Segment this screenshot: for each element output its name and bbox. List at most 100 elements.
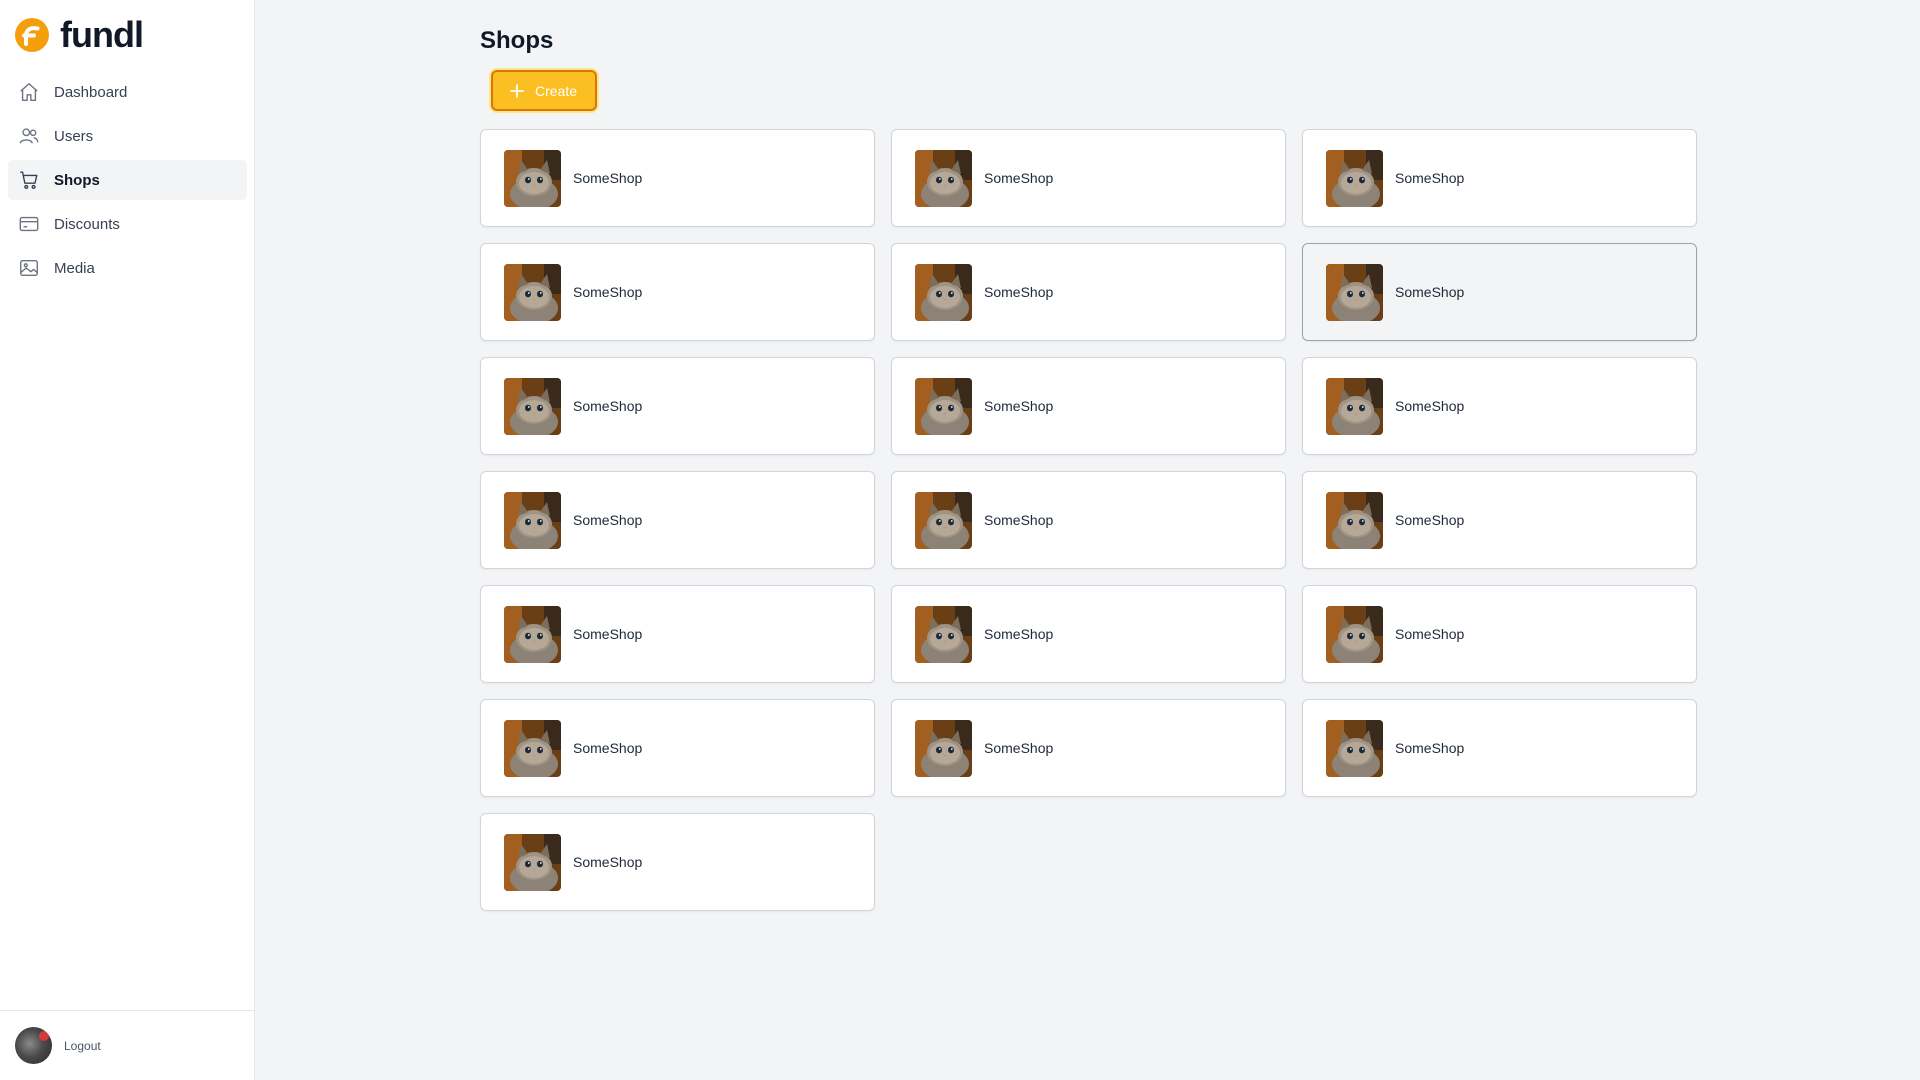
shop-thumbnail <box>1326 149 1383 207</box>
shop-thumbnail <box>915 719 972 777</box>
brand-logo[interactable]: fundl <box>15 16 144 54</box>
sidebar-item-users[interactable]: Users <box>8 116 247 156</box>
shop-image <box>504 263 561 321</box>
shop-thumbnail <box>915 491 972 549</box>
shop-thumbnail <box>1326 719 1383 777</box>
sidebar-item-label: Dashboard <box>54 83 128 101</box>
shop-image <box>915 149 972 207</box>
sidebar-footer: Logout <box>0 1010 255 1080</box>
shop-image <box>915 263 972 321</box>
shop-name: SomeShop <box>573 740 643 756</box>
users-icon <box>19 128 39 144</box>
shop-thumbnail <box>504 605 561 663</box>
sidebar-item-label: Discounts <box>54 215 120 233</box>
shop-image <box>504 377 561 435</box>
shop-card[interactable]: SomeShop <box>480 699 875 797</box>
sidebar-item-dashboard[interactable]: Dashboard <box>8 72 247 112</box>
shop-image <box>915 377 972 435</box>
shop-card[interactable]: SomeShop <box>1302 357 1697 455</box>
shop-name: SomeShop <box>573 398 643 414</box>
shop-name: SomeShop <box>984 626 1054 642</box>
shop-thumbnail <box>504 149 561 207</box>
shop-card[interactable]: SomeShop <box>891 357 1286 455</box>
main-content: Shops Create SomeShop SomeShop SomeShop … <box>480 24 1697 911</box>
sidebar-item-label: Media <box>54 259 95 277</box>
shop-name: SomeShop <box>573 854 643 870</box>
home-icon <box>20 83 38 101</box>
shop-card[interactable]: SomeShop <box>480 129 875 227</box>
logout-link[interactable]: Logout <box>64 1039 101 1053</box>
shop-thumbnail <box>1326 263 1383 321</box>
shop-thumbnail <box>504 377 561 435</box>
shop-image <box>1326 377 1383 435</box>
shop-name: SomeShop <box>573 626 643 642</box>
shop-card[interactable]: SomeShop <box>1302 129 1697 227</box>
shop-name: SomeShop <box>1395 626 1465 642</box>
shop-card[interactable]: SomeShop <box>891 699 1286 797</box>
shop-image <box>504 833 561 891</box>
shop-image <box>504 491 561 549</box>
sidebar-item-media[interactable]: Media <box>8 248 247 288</box>
page-title: Shops <box>480 27 554 54</box>
shop-name: SomeShop <box>573 512 643 528</box>
create-button-label: Create <box>535 82 578 99</box>
shop-card[interactable]: SomeShop <box>480 813 875 911</box>
shop-thumbnail <box>504 263 561 321</box>
shop-name: SomeShop <box>1395 398 1465 414</box>
shop-thumbnail <box>915 149 972 207</box>
fundl-logo-icon <box>15 18 49 52</box>
shop-card[interactable]: SomeShop <box>1302 699 1697 797</box>
shop-image <box>1326 719 1383 777</box>
shop-name: SomeShop <box>1395 284 1465 300</box>
shop-image <box>1326 149 1383 207</box>
cart-icon <box>20 171 38 189</box>
sidebar-item-label: Users <box>54 127 94 145</box>
shop-name: SomeShop <box>1395 512 1465 528</box>
shop-card[interactable]: SomeShop <box>480 471 875 569</box>
shop-card[interactable]: SomeShop <box>1302 243 1697 341</box>
avatar[interactable] <box>15 1027 52 1064</box>
shop-thumbnail <box>504 719 561 777</box>
shop-name: SomeShop <box>573 284 643 300</box>
shop-thumbnail <box>915 605 972 663</box>
shop-name: SomeShop <box>984 398 1054 414</box>
credit-card-icon <box>19 216 39 232</box>
shop-card[interactable]: SomeShop <box>891 243 1286 341</box>
shop-image <box>915 491 972 549</box>
shop-image <box>1326 263 1383 321</box>
shop-image <box>504 719 561 777</box>
shop-name: SomeShop <box>1395 170 1465 186</box>
shop-card[interactable]: SomeShop <box>480 243 875 341</box>
shop-image <box>1326 491 1383 549</box>
shop-card[interactable]: SomeShop <box>480 357 875 455</box>
shop-name: SomeShop <box>984 284 1054 300</box>
shop-name: SomeShop <box>573 170 643 186</box>
sidebar-nav: Dashboard Users Shops Discounts Media <box>8 72 247 292</box>
shop-thumbnail <box>504 833 561 891</box>
shop-thumbnail <box>1326 605 1383 663</box>
shop-card[interactable]: SomeShop <box>1302 471 1697 569</box>
shop-image <box>504 605 561 663</box>
shop-image <box>504 149 561 207</box>
shop-thumbnail <box>1326 377 1383 435</box>
shop-card[interactable]: SomeShop <box>1302 585 1697 683</box>
shop-image <box>915 605 972 663</box>
shop-card[interactable]: SomeShop <box>891 471 1286 569</box>
shop-thumbnail <box>1326 491 1383 549</box>
sidebar-item-label: Shops <box>54 171 100 189</box>
shop-thumbnail <box>504 491 561 549</box>
sidebar: fundl Dashboard Users Shops Discounts Me… <box>0 0 255 1080</box>
shop-card[interactable]: SomeShop <box>891 585 1286 683</box>
sidebar-item-discounts[interactable]: Discounts <box>8 204 247 244</box>
shop-image <box>915 719 972 777</box>
sidebar-item-shops[interactable]: Shops <box>8 160 247 200</box>
shop-card[interactable]: SomeShop <box>480 585 875 683</box>
image-icon <box>20 259 38 277</box>
shop-grid: SomeShop SomeShop SomeShop SomeShop Some… <box>480 129 1697 911</box>
plus-icon <box>510 83 524 98</box>
shop-thumbnail <box>915 263 972 321</box>
create-button[interactable]: Create <box>491 70 598 111</box>
shop-name: SomeShop <box>984 512 1054 528</box>
shop-name: SomeShop <box>984 740 1054 756</box>
shop-card[interactable]: SomeShop <box>891 129 1286 227</box>
